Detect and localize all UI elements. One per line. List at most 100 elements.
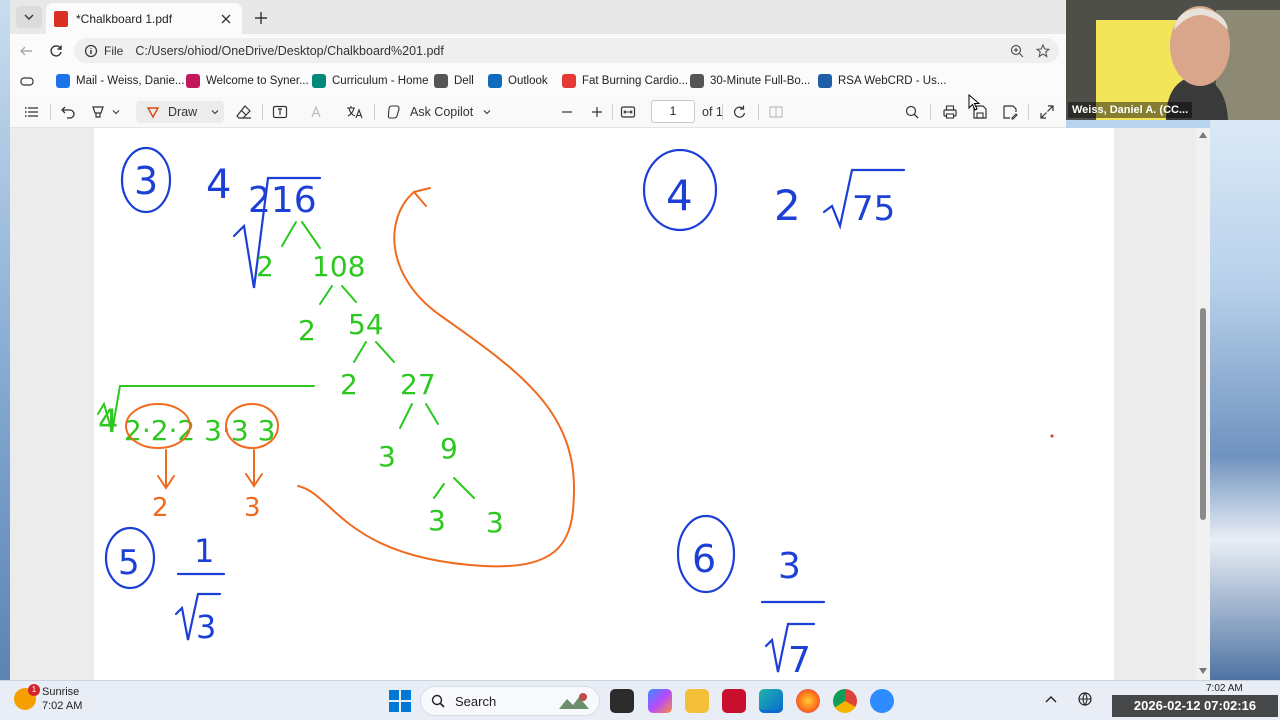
text-box-button[interactable]: [272, 101, 288, 123]
tab-actions-button[interactable]: [16, 6, 42, 28]
favorite-link[interactable]: Welcome to Syner...: [186, 72, 309, 90]
scroll-down-icon[interactable]: [1199, 668, 1207, 674]
chevron-up-icon[interactable]: [1045, 695, 1057, 703]
favorite-link[interactable]: Fat Burning Cardio...: [562, 72, 688, 90]
chevron-down-icon: [24, 12, 34, 22]
network-icon[interactable]: [1077, 691, 1093, 707]
fit-page-button[interactable]: [620, 101, 636, 123]
problem-6-number: 6: [692, 537, 716, 581]
address-scheme: File: [104, 43, 124, 58]
favorite-link[interactable]: 30-Minute Full-Bo...: [690, 72, 810, 90]
favorite-label: RSA WebCRD - Us...: [838, 75, 947, 87]
pdf-page[interactable]: 3 4 216 2 108 2 54 2 27 3 9 3 3 4 2·2·2 …: [94, 128, 1114, 680]
address-bar[interactable]: File C:/Users/ohiod/OneDrive/Desktop/Cha…: [74, 38, 1059, 63]
highlight-button[interactable]: [90, 101, 120, 123]
favorite-star-icon[interactable]: [1033, 41, 1053, 61]
text-box-icon: [272, 104, 288, 120]
copilot-app-icon[interactable]: [648, 689, 672, 713]
toolbar-separator: [722, 104, 723, 120]
search-label: Search: [455, 693, 497, 709]
read-aloud-button[interactable]: [310, 101, 326, 123]
tree-node: 2: [340, 368, 358, 401]
firefox-app-icon[interactable]: [796, 689, 820, 713]
edge-app-icon[interactable]: [759, 689, 783, 713]
draw-label: Draw: [168, 105, 198, 119]
zoom-in-button[interactable]: [590, 101, 604, 123]
erase-button[interactable]: [236, 101, 252, 123]
save-as-icon: [1002, 104, 1018, 120]
undo-button[interactable]: [60, 101, 76, 123]
simplified-coefficient: 4: [98, 402, 118, 440]
chevron-down-icon[interactable]: [112, 108, 120, 116]
ask-copilot-button[interactable]: Ask Copilot: [386, 101, 491, 123]
favorite-icon: [488, 74, 502, 88]
favorite-label: Mail - Weiss, Danie...: [76, 75, 185, 87]
close-tab-icon[interactable]: [218, 11, 234, 27]
save-as-button[interactable]: [1002, 101, 1018, 123]
back-button[interactable]: [16, 41, 36, 61]
toolbar-separator: [930, 104, 931, 120]
tree-node: 3: [378, 440, 396, 473]
find-button[interactable]: [905, 101, 919, 123]
favorite-label: 30-Minute Full-Bo...: [710, 75, 811, 87]
contents-button[interactable]: [24, 101, 40, 123]
favorite-link[interactable]: Mail - Weiss, Danie...: [56, 72, 184, 90]
sunrise-icon: 1: [14, 684, 40, 710]
translate-button[interactable]: [346, 101, 364, 123]
favorite-link[interactable]: Curriculum - Home: [312, 72, 429, 90]
zoom-out-button[interactable]: [560, 101, 574, 123]
draw-button[interactable]: Draw: [136, 101, 224, 123]
print-button[interactable]: [942, 101, 958, 123]
favorite-label: Outlook: [508, 75, 548, 87]
problem-3-radicand: 216: [248, 180, 317, 221]
file-explorer-icon[interactable]: [685, 689, 709, 713]
terminal-app-icon[interactable]: [610, 689, 634, 713]
rotate-button[interactable]: [732, 101, 748, 123]
tab-bar: *Chalkboard 1.pdf: [10, 0, 1066, 34]
favorite-label: Curriculum - Home: [332, 75, 429, 87]
favorite-icon: [186, 74, 200, 88]
mcafee-app-icon[interactable]: [722, 689, 746, 713]
favorite-link[interactable]: Outlook: [488, 72, 548, 90]
info-icon[interactable]: [84, 44, 98, 58]
favorite-label: Welcome to Syner...: [206, 75, 309, 87]
problem-5-numerator: 1: [194, 532, 214, 570]
chevron-down-icon[interactable]: [211, 108, 219, 116]
favorite-link[interactable]: Dell: [434, 72, 474, 90]
vertical-scrollbar[interactable]: [1196, 128, 1210, 680]
problem-6-radicand: 7: [788, 640, 811, 680]
zoom-app-icon[interactable]: [870, 689, 894, 713]
minus-icon: [560, 105, 574, 119]
problem-4-radicand: 75: [852, 189, 895, 229]
tree-node: 2: [298, 314, 316, 347]
weather-widget[interactable]: 1 Sunrise 7:02 AM: [14, 684, 82, 713]
extracted-factor-3: 3: [244, 493, 261, 523]
start-button[interactable]: [389, 690, 411, 712]
page-number-input[interactable]: 1: [651, 100, 695, 123]
tab-chalkboard[interactable]: *Chalkboard 1.pdf: [46, 3, 242, 34]
favorites-toggle-icon[interactable]: [20, 74, 34, 88]
tree-node: 3: [428, 504, 446, 537]
taskbar-search[interactable]: Search: [420, 686, 600, 716]
zoom-icon[interactable]: [1007, 41, 1027, 61]
favorite-link[interactable]: RSA WebCRD - Us...: [818, 72, 946, 90]
refresh-button[interactable]: [46, 41, 66, 61]
favorite-label: Fat Burning Cardio...: [582, 75, 689, 87]
toolbar-separator: [758, 104, 759, 120]
pdf-toolbar: Draw Ask Copilot 1 of 1: [10, 96, 1066, 128]
two-page-button[interactable]: [768, 101, 784, 123]
chrome-app-icon[interactable]: [833, 689, 857, 713]
new-tab-button[interactable]: [250, 7, 272, 29]
fullscreen-button[interactable]: [1040, 101, 1054, 123]
read-aloud-icon: [310, 104, 326, 120]
fit-width-icon: [620, 104, 636, 120]
favorite-icon: [434, 74, 448, 88]
chevron-down-icon[interactable]: [483, 108, 491, 116]
plus-icon: [590, 105, 604, 119]
participant-name: Weiss, Daniel A. (CC...: [1068, 102, 1193, 118]
scroll-up-icon[interactable]: [1199, 132, 1207, 138]
factor-tree-branches: [97, 221, 475, 499]
favorite-icon: [818, 74, 832, 88]
scrollbar-thumb[interactable]: [1200, 308, 1206, 520]
translate-icon: [346, 104, 364, 120]
